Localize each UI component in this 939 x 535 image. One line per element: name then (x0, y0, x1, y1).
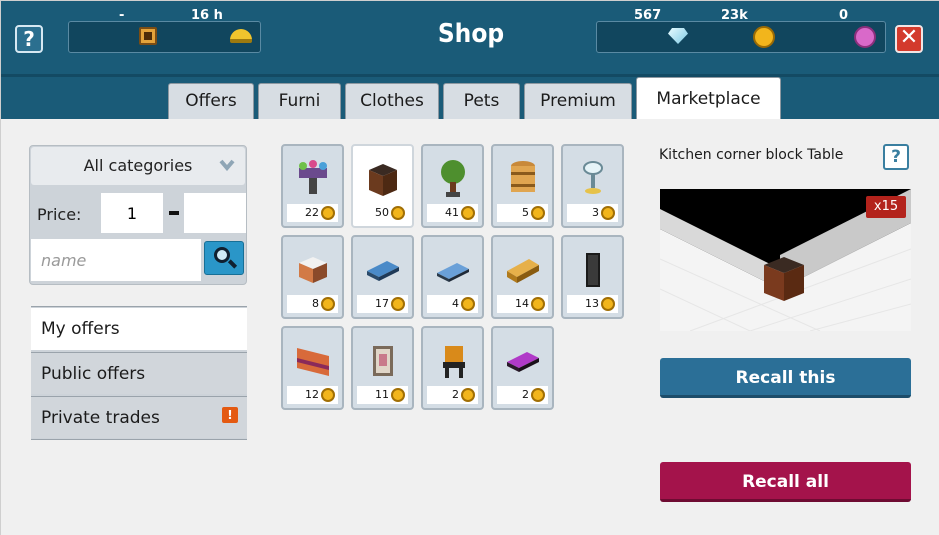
shop-window: ? - 16 h Shop 567 23k 0 ✕ Offers Furni C… (0, 0, 939, 535)
tab-furni[interactable]: Furni (258, 83, 341, 119)
item-cell[interactable]: 3 (561, 144, 624, 228)
item-price: 22 (287, 204, 338, 222)
name-search-input[interactable] (31, 239, 201, 281)
coin-icon (461, 206, 475, 220)
tab-clothes[interactable]: Clothes (345, 83, 439, 119)
item-price: 12 (287, 386, 338, 404)
coin-icon (531, 297, 545, 311)
tab-pets[interactable]: Pets (443, 83, 520, 119)
door-icon (586, 253, 600, 287)
help-button[interactable]: ? (15, 25, 43, 53)
item-price: 2 (497, 386, 548, 404)
recall-this-button[interactable]: Recall this (660, 358, 911, 398)
close-button[interactable]: ✕ (895, 25, 923, 53)
price-max-input[interactable] (184, 193, 246, 233)
mattress-icon (437, 263, 469, 282)
item-cell[interactable]: 13 (561, 235, 624, 319)
item-price: 3 (567, 204, 618, 222)
coin-icon (461, 297, 475, 311)
selected-item-title: Kitchen corner block Table (659, 147, 844, 163)
coin-icon (461, 388, 475, 402)
coin-icon (321, 297, 335, 311)
glass-icon (583, 161, 603, 194)
tree-icon (441, 160, 465, 197)
credits-value: 23k (721, 8, 748, 23)
diamonds-value: 567 (634, 8, 662, 23)
search-icon-handle (227, 259, 238, 269)
item-price: 2 (427, 386, 478, 404)
price-min-input[interactable] (101, 193, 163, 233)
coin-icon (391, 206, 405, 220)
item-cell[interactable]: 11 (351, 326, 414, 410)
tab-offers[interactable]: Offers (168, 83, 254, 119)
item-help-button[interactable]: ? (883, 144, 909, 170)
chevron-down-icon (219, 159, 235, 171)
recall-all-button[interactable]: Recall all (660, 462, 911, 502)
item-cell[interactable]: 2 (491, 326, 554, 410)
nav-public-offers[interactable]: Public offers (31, 352, 247, 394)
cube-icon (299, 257, 327, 283)
item-cell[interactable]: 12 (281, 326, 344, 410)
purple-couch-icon (507, 352, 539, 372)
currency-pill (596, 21, 886, 53)
item-price: 14 (497, 295, 548, 313)
badge-icon (139, 27, 157, 45)
item-price: 17 (357, 295, 408, 313)
item-cell[interactable]: 17 (351, 235, 414, 319)
sunset-painting-icon (297, 348, 329, 376)
item-price: 13 (567, 295, 618, 313)
item-price: 8 (287, 295, 338, 313)
count-badge: x15 (866, 196, 906, 218)
gold-bars-icon (507, 259, 539, 283)
page-title: Shop (437, 19, 505, 49)
coin-icon (391, 388, 405, 402)
item-cell[interactable]: 50 (351, 144, 414, 228)
hc-value: 16 h (191, 8, 223, 23)
item-cell[interactable]: 5 (491, 144, 554, 228)
gem-icon (854, 26, 876, 48)
bench-icon (443, 346, 465, 378)
tab-marketplace[interactable]: Marketplace (636, 77, 781, 119)
tab-premium[interactable]: Premium (524, 83, 632, 119)
item-cell[interactable]: 4 (421, 235, 484, 319)
nav-my-offers[interactable]: My offers (31, 308, 247, 350)
item-cell[interactable]: 41 (421, 144, 484, 228)
item-price: 50 (357, 204, 408, 222)
alert-icon: ! (222, 407, 238, 423)
item-price: 5 (497, 204, 548, 222)
coin-icon (391, 297, 405, 311)
item-price: 11 (357, 386, 408, 404)
item-cell[interactable]: 14 (491, 235, 554, 319)
item-price: 41 (427, 204, 478, 222)
points-value: 0 (839, 8, 849, 23)
coin-icon (601, 206, 615, 220)
coin-icon (531, 206, 545, 220)
item-cell[interactable]: 2 (421, 326, 484, 410)
coin-icon (601, 297, 615, 311)
corner-block-icon (369, 164, 397, 196)
framed-picture-icon (373, 346, 393, 376)
barrel-icon (511, 161, 535, 192)
search-button[interactable] (204, 241, 244, 275)
item-cell[interactable]: 22 (281, 144, 344, 228)
nav-private-trades[interactable]: Private trades (31, 396, 247, 438)
badge-value: - (119, 8, 125, 23)
fireworks-icon (299, 160, 327, 194)
coin-icon (531, 388, 545, 402)
item-cell[interactable]: 8 (281, 235, 344, 319)
coin-icon (321, 206, 335, 220)
bed-icon (367, 261, 399, 281)
price-separator (169, 211, 179, 215)
item-price: 4 (427, 295, 478, 313)
coin-icon (321, 388, 335, 402)
price-label: Price: (37, 205, 82, 224)
coin-icon (753, 26, 775, 48)
category-select[interactable]: All categories (31, 147, 245, 185)
